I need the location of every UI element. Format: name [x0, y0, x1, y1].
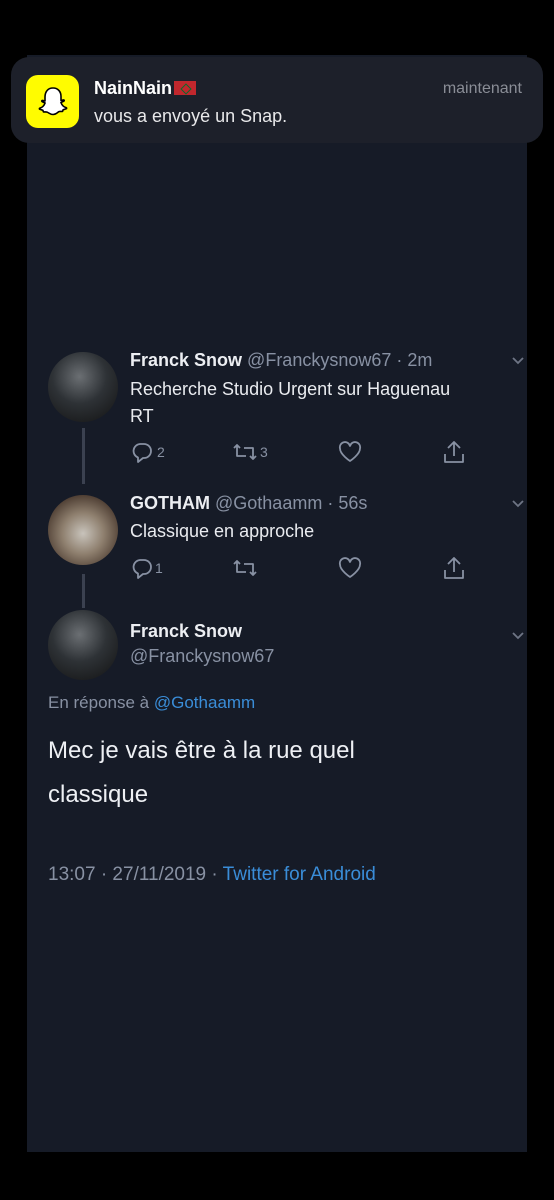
share-button[interactable]	[442, 555, 466, 581]
snapchat-notification[interactable]: NainNain vous a envoyé un Snap. maintena…	[11, 57, 543, 143]
reply-icon	[132, 559, 152, 579]
main-tweet-author[interactable]: Franck Snow	[130, 621, 242, 642]
notification-time: maintenant	[442, 80, 522, 97]
heart-icon	[338, 441, 362, 462]
tweet-timestamp: 13:07 · 27/11/2019 ·	[48, 864, 218, 885]
reply-count: 1	[155, 560, 163, 576]
tweet-handle: @Gothaamm · 56s	[215, 493, 368, 513]
tweet-author[interactable]: GOTHAM @Gothaamm · 56s	[130, 493, 367, 514]
reply-handle-link[interactable]: @Gothaamm	[154, 693, 255, 712]
reply-button[interactable]: 2	[131, 441, 165, 463]
reply-count: 2	[157, 444, 165, 460]
retweet-button[interactable]	[232, 557, 258, 579]
tweet-metadata: 13:07 · 27/11/2019 · Twitter for Android	[48, 864, 376, 886]
chevron-down-icon[interactable]	[510, 627, 526, 646]
morocco-flag-icon	[174, 81, 197, 95]
avatar[interactable]	[48, 352, 118, 422]
thread-connector	[82, 574, 85, 608]
chevron-down-icon[interactable]	[510, 495, 526, 514]
reply-button[interactable]: 1	[131, 557, 163, 579]
tweet-handle: @Franckysnow67 · 2m	[247, 350, 433, 370]
retweet-button[interactable]: 3	[232, 441, 268, 463]
retweet-icon	[233, 444, 257, 460]
thread-connector	[82, 428, 85, 484]
share-icon	[444, 441, 464, 463]
tweet-text: Recherche Studio Urgent sur Haguenau RT	[130, 379, 451, 426]
like-button[interactable]	[338, 441, 362, 463]
avatar[interactable]	[48, 495, 118, 565]
chevron-down-icon[interactable]	[510, 352, 526, 371]
retweet-icon	[233, 560, 257, 576]
like-button[interactable]	[338, 557, 362, 579]
tweet-author[interactable]: Franck Snow @Franckysnow67 · 2m	[130, 350, 432, 371]
reply-icon	[132, 443, 152, 463]
share-icon	[444, 557, 464, 579]
reply-context: En réponse à @Gothaamm	[48, 693, 256, 712]
tweet-text: Classique en approche	[130, 521, 315, 541]
tweet-source-link[interactable]: Twitter for Android	[223, 864, 376, 885]
retweet-count: 3	[260, 444, 268, 460]
share-button[interactable]	[442, 439, 466, 465]
main-tweet-text: Mec je vais être à la rue quel classique	[48, 737, 355, 808]
main-tweet-handle[interactable]: @Franckysnow67	[130, 646, 274, 667]
notification-sender: NainNain	[94, 78, 197, 99]
tweet-thread-screen	[27, 55, 527, 1152]
snapchat-ghost-icon	[26, 75, 79, 128]
heart-icon	[338, 557, 362, 578]
notification-message: vous a envoyé un Snap.	[94, 106, 288, 126]
avatar[interactable]	[48, 610, 118, 680]
